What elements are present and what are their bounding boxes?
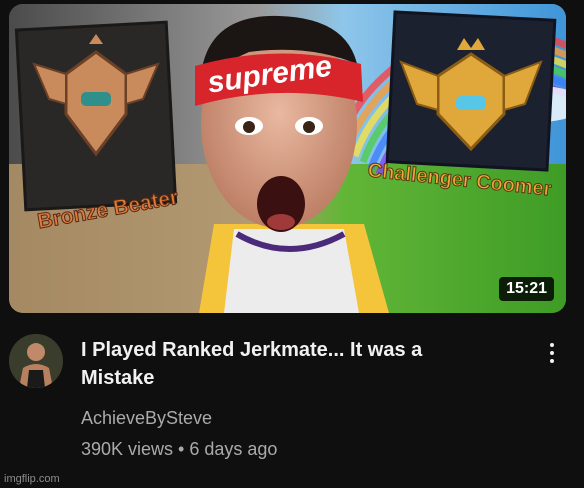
duration-badge: 15:21 <box>499 277 554 301</box>
video-thumbnail[interactable]: supreme Bronze Beater Challenger Coomer … <box>9 4 566 313</box>
channel-avatar[interactable] <box>9 334 63 388</box>
video-title[interactable]: I Played Ranked Jerkmate... It was a Mis… <box>81 336 501 392</box>
video-meta: 390K views • 6 days ago <box>81 439 278 459</box>
avatar-image <box>9 334 63 388</box>
channel-name[interactable]: AchieveBySteve <box>81 408 212 429</box>
thumbnail-illustration: supreme Bronze Beater Challenger Coomer <box>9 4 566 313</box>
menu-dot <box>550 359 554 363</box>
menu-dot <box>550 351 554 355</box>
challenger-badge <box>385 10 557 172</box>
more-vert-icon[interactable] <box>540 336 564 370</box>
menu-dot <box>550 343 554 347</box>
watermark: imgflip.com <box>4 473 60 485</box>
bronze-badge <box>14 20 178 212</box>
video-card[interactable]: supreme Bronze Beater Challenger Coomer … <box>0 0 584 488</box>
